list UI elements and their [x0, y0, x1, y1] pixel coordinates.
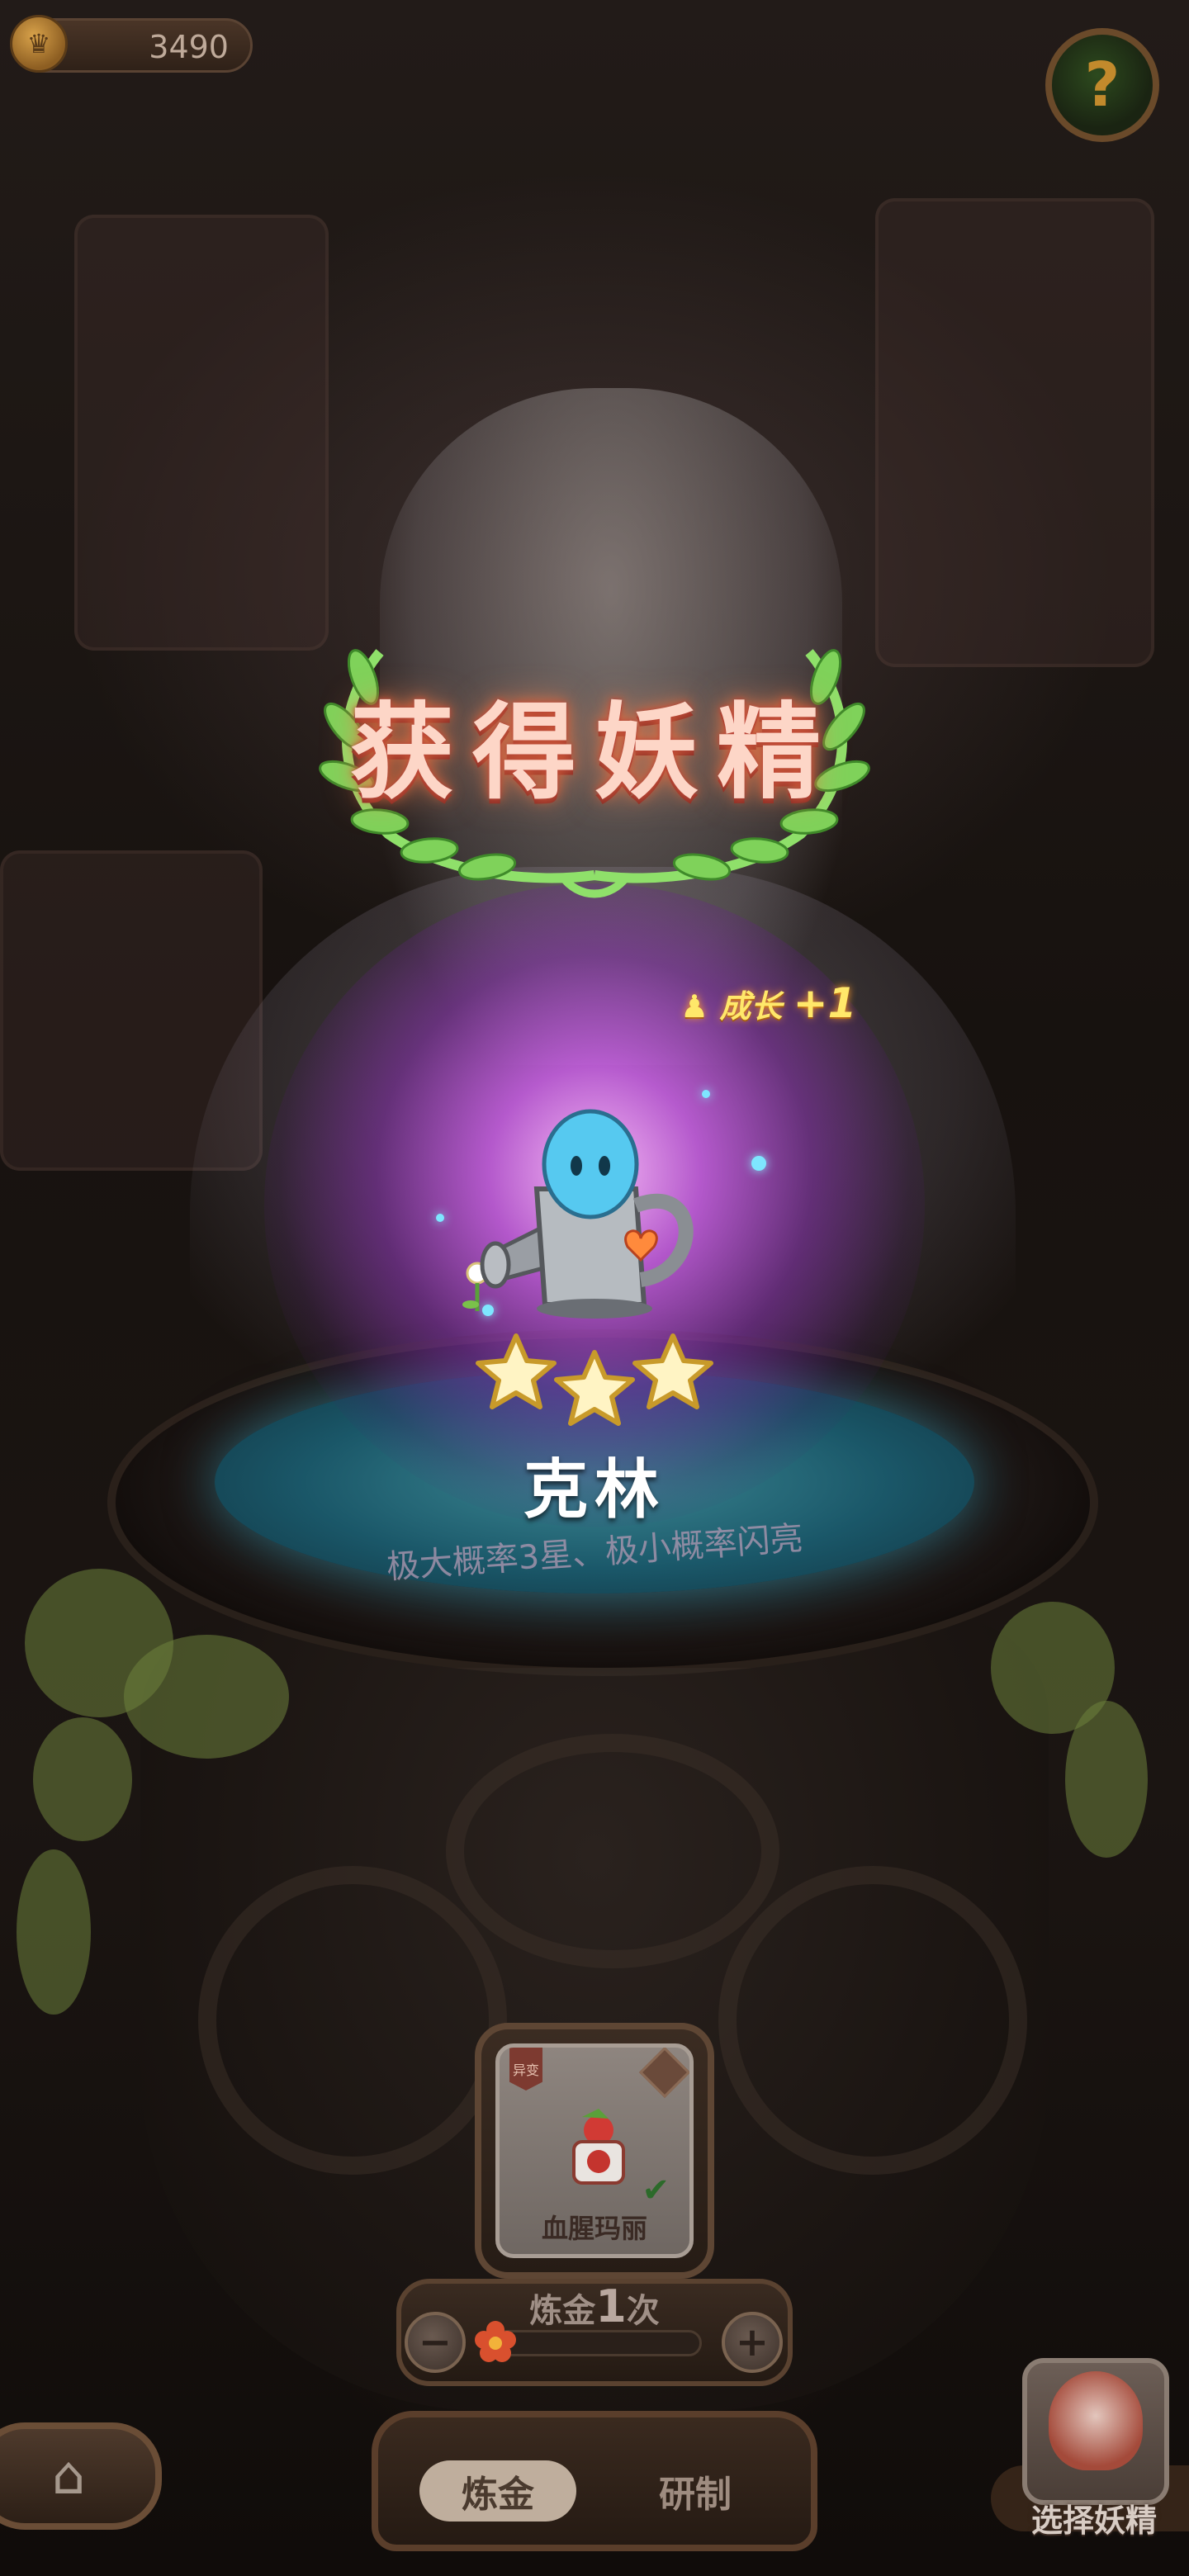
flower-icon — [475, 2321, 516, 2362]
check-icon: ✔ — [642, 2171, 670, 2209]
increase-button[interactable]: + — [722, 2312, 783, 2373]
home-button[interactable]: ⌂ — [0, 2422, 162, 2530]
question-sprout-icon: ? — [1084, 50, 1120, 121]
sparkle — [751, 1156, 766, 1171]
coin-count: 3490 — [149, 29, 229, 65]
plus-icon: + — [735, 2319, 770, 2365]
growth-icon: ♟ — [680, 988, 709, 1025]
alchemy-count-label: 炼金1次 — [0, 2280, 1189, 2332]
star-rating — [476, 1333, 713, 1426]
alchemy-progress-bar — [487, 2330, 702, 2356]
recipe-card[interactable]: 异变 ✔ 血腥玛丽 — [495, 2043, 694, 2258]
vine-leaves-left — [33, 1717, 132, 1841]
background-shelf-left — [74, 215, 329, 651]
cauldron-swirl — [718, 1866, 1027, 2175]
alchemy-label-suffix: 次 — [626, 2292, 660, 2330]
growth-bonus: ♟ 成长 +1 — [680, 979, 856, 1027]
mutation-tag: 异变 — [509, 2048, 542, 2091]
home-icon: ⌂ — [51, 2446, 86, 2507]
element-icon — [638, 2048, 689, 2099]
tab-research[interactable]: 研制 — [613, 2460, 778, 2522]
star-icon — [476, 1333, 557, 1409]
recipe-card-label: 血腥玛丽 — [541, 2213, 647, 2244]
cauldron-swirl — [446, 1734, 779, 1968]
sparkle — [436, 1214, 444, 1222]
coin-icon: ♛ — [10, 15, 68, 73]
vine-leaves-left — [17, 1849, 91, 2015]
help-button[interactable]: ? — [1045, 28, 1159, 142]
vine-leaves-right — [1065, 1701, 1148, 1858]
watering-can-fairy-sprite — [462, 1109, 694, 1319]
minus-icon: − — [418, 2319, 452, 2365]
alchemy-count: 1 — [595, 2280, 627, 2332]
tab-alchemy[interactable]: 炼金 — [419, 2460, 576, 2522]
fairy-portrait-icon — [1049, 2371, 1143, 2470]
background-shelf-right — [875, 198, 1154, 667]
growth-label: 成长 — [719, 988, 783, 1025]
decrease-button[interactable]: − — [405, 2312, 466, 2373]
growth-value: +1 — [793, 979, 857, 1027]
alchemy-label-prefix: 炼金 — [529, 2292, 596, 2330]
cauldron-swirl — [198, 1866, 507, 2175]
star-icon — [554, 1350, 635, 1426]
star-icon — [632, 1333, 713, 1409]
select-fairy-label[interactable]: 选择妖精 — [999, 2495, 1189, 2540]
vine-leaves-left — [124, 1635, 289, 1759]
bloody-mary-icon — [572, 2109, 625, 2185]
reward-banner-title: 获得妖精 — [350, 692, 839, 813]
